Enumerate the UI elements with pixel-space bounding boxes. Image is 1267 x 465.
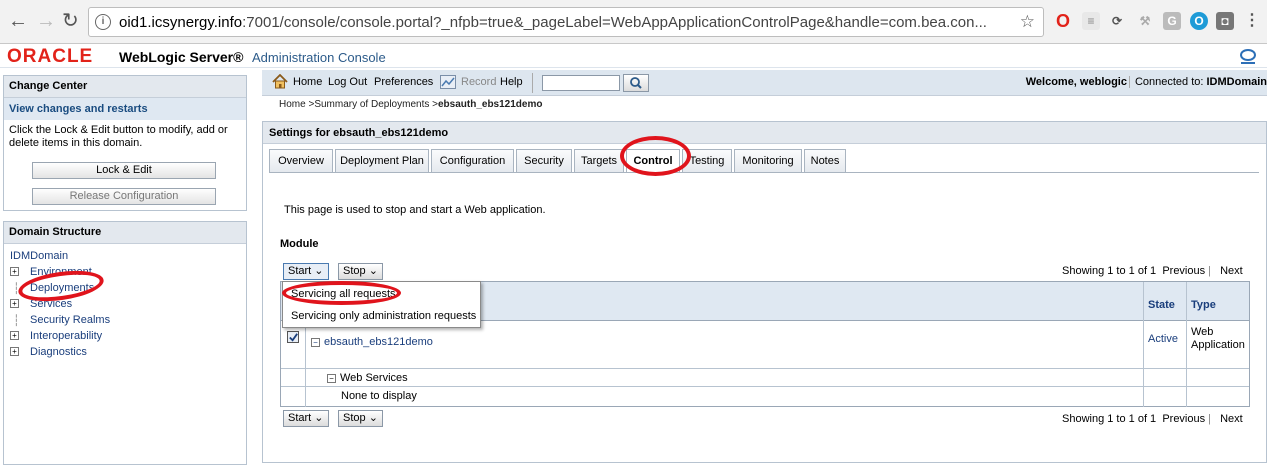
- stop-dropdown-button-bottom[interactable]: Stop ⌄: [338, 410, 383, 427]
- chevron-down-icon: ⌄: [314, 265, 324, 277]
- bookmark-star-icon[interactable]: ☆: [1020, 12, 1035, 32]
- oracle-logo: ORACLE: [7, 46, 94, 67]
- domain-structure-title: Domain Structure: [4, 222, 246, 244]
- settings-title: Settings for ebsauth_ebs121demo: [263, 122, 1266, 144]
- tab-configuration[interactable]: Configuration: [431, 149, 514, 172]
- expand-icon[interactable]: +: [10, 331, 19, 340]
- start-dropdown-button-bottom[interactable]: Start ⌄: [283, 410, 329, 427]
- none-to-display: None to display: [341, 390, 417, 402]
- console-name: Administration Console: [252, 50, 386, 65]
- logout-link[interactable]: Log Out: [328, 76, 367, 88]
- sync-extension-icon[interactable]: ⟳: [1108, 12, 1126, 30]
- console-header: ORACLE WebLogic Server® Administration C…: [0, 44, 1267, 68]
- address-bar[interactable]: i oid1.icsynergy.info:7001/console/conso…: [88, 7, 1044, 37]
- console-toolbar: Home Log Out Preferences Record Help Wel…: [262, 70, 1267, 96]
- next-link[interactable]: Next: [1220, 413, 1243, 425]
- back-icon[interactable]: ←: [8, 10, 28, 32]
- release-configuration-button[interactable]: Release Configuration: [32, 188, 216, 205]
- breadcrumb-summary[interactable]: Summary of Deployments: [314, 99, 429, 110]
- tree-item-interoperability[interactable]: Interoperability: [30, 330, 102, 342]
- product-name: WebLogic Server®: [119, 49, 244, 65]
- record-icon: [440, 75, 456, 89]
- chevron-down-icon: ⌄: [368, 265, 378, 277]
- domain-tree: IDMDomain + Environment ┆ Deployments + Ser…: [10, 250, 111, 358]
- search-icon: [630, 77, 642, 89]
- circle-extension-icon[interactable]: O: [1190, 12, 1208, 30]
- record-link[interactable]: Record: [461, 76, 496, 88]
- pagination-top: Showing 1 to 1 of 1 Previous | Next: [1062, 265, 1243, 277]
- opera-icon[interactable]: O: [1054, 12, 1072, 30]
- tree-root-idmdomain[interactable]: IDMDomain: [10, 250, 68, 262]
- view-changes-link[interactable]: View changes and restarts: [4, 98, 246, 120]
- menu-icon[interactable]: ⋮: [1243, 12, 1261, 30]
- change-center-panel: Change Center View changes and restarts …: [3, 75, 247, 211]
- module-title: Module: [280, 238, 319, 250]
- breadcrumb: Home >Summary of Deployments >ebsauth_eb…: [279, 99, 543, 110]
- oracle-o-icon: [1240, 49, 1256, 64]
- collapse-icon[interactable]: −: [311, 338, 320, 347]
- tab-security[interactable]: Security: [516, 149, 572, 172]
- expand-icon[interactable]: +: [10, 347, 19, 356]
- tree-item-security-realms[interactable]: Security Realms: [30, 314, 110, 326]
- domain-structure-panel: Domain Structure IDMDomain + Environment …: [3, 221, 247, 465]
- preferences-link[interactable]: Preferences: [374, 76, 433, 88]
- tab-targets[interactable]: Targets: [574, 149, 624, 172]
- browser-toolbar: ← → ↻ i oid1.icsynergy.info:7001/console…: [0, 0, 1267, 44]
- expand-icon[interactable]: +: [10, 299, 19, 308]
- forward-icon[interactable]: →: [36, 10, 56, 32]
- web-services-row: − Web Services: [327, 372, 408, 384]
- info-icon[interactable]: i: [95, 14, 111, 30]
- app-state-link[interactable]: Active: [1148, 333, 1178, 345]
- lock-edit-button[interactable]: Lock & Edit: [32, 162, 216, 179]
- menu-item-servicing-admin-requests[interactable]: Servicing only administration requests: [291, 310, 476, 322]
- pagination-bottom: Showing 1 to 1 of 1 Previous | Next: [1062, 413, 1243, 425]
- app-type-line2: Application: [1191, 339, 1245, 351]
- app-name-link[interactable]: − ebsauth_ebs121demo: [311, 336, 433, 348]
- square-extension-icon[interactable]: ◘: [1216, 12, 1234, 30]
- tab-monitoring[interactable]: Monitoring: [734, 149, 802, 172]
- chevron-down-icon: ⌄: [314, 412, 324, 424]
- annotation-circle-servicing-all: [282, 281, 401, 305]
- start-dropdown-button[interactable]: Start ⌄: [283, 263, 329, 280]
- previous-link[interactable]: Previous: [1162, 413, 1205, 425]
- breadcrumb-current: ebsauth_ebs121demo: [437, 99, 543, 110]
- page-description: This page is used to stop and start a We…: [284, 204, 546, 216]
- help-link[interactable]: Help: [500, 76, 523, 88]
- list-extension-icon[interactable]: ≡: [1082, 12, 1100, 30]
- stop-dropdown-button[interactable]: Stop ⌄: [338, 263, 383, 280]
- breadcrumb-home[interactable]: Home: [279, 99, 306, 110]
- home-link[interactable]: Home: [293, 76, 322, 88]
- previous-link[interactable]: Previous: [1162, 265, 1205, 277]
- tree-item-diagnostics[interactable]: Diagnostics: [30, 346, 87, 358]
- next-link[interactable]: Next: [1220, 265, 1243, 277]
- search-input[interactable]: [542, 75, 620, 91]
- home-icon[interactable]: [272, 74, 288, 89]
- column-header-type[interactable]: Type: [1191, 299, 1216, 311]
- annotation-circle-control-tab: [620, 136, 691, 176]
- reload-icon[interactable]: ↻: [62, 10, 79, 32]
- checkmark-icon: [289, 333, 298, 342]
- expand-icon[interactable]: +: [10, 267, 19, 276]
- tab-deployment-plan[interactable]: Deployment Plan: [335, 149, 429, 172]
- collapse-icon[interactable]: −: [327, 374, 336, 383]
- tools-extension-icon[interactable]: ⚒: [1136, 12, 1154, 30]
- url-text: oid1.icsynergy.info:7001/console/console…: [119, 14, 987, 31]
- change-center-text: Click the Lock & Edit button to modify, …: [9, 124, 228, 149]
- column-header-state[interactable]: State: [1148, 299, 1175, 311]
- welcome-text: Welcome, weblogic: [1025, 76, 1127, 88]
- row-checkbox[interactable]: [287, 331, 299, 343]
- search-button[interactable]: [623, 74, 649, 92]
- showing-text: Showing 1 to 1 of 1: [1062, 265, 1157, 277]
- g-extension-icon[interactable]: G: [1163, 12, 1181, 30]
- connected-text: Connected to: IDMDomain: [1128, 76, 1267, 88]
- app-type-line1: Web: [1191, 326, 1214, 338]
- showing-text: Showing 1 to 1 of 1: [1062, 413, 1157, 425]
- tab-notes[interactable]: Notes: [804, 149, 846, 172]
- tab-overview[interactable]: Overview: [269, 149, 333, 172]
- change-center-title: Change Center: [4, 76, 246, 98]
- chevron-down-icon: ⌄: [368, 412, 378, 424]
